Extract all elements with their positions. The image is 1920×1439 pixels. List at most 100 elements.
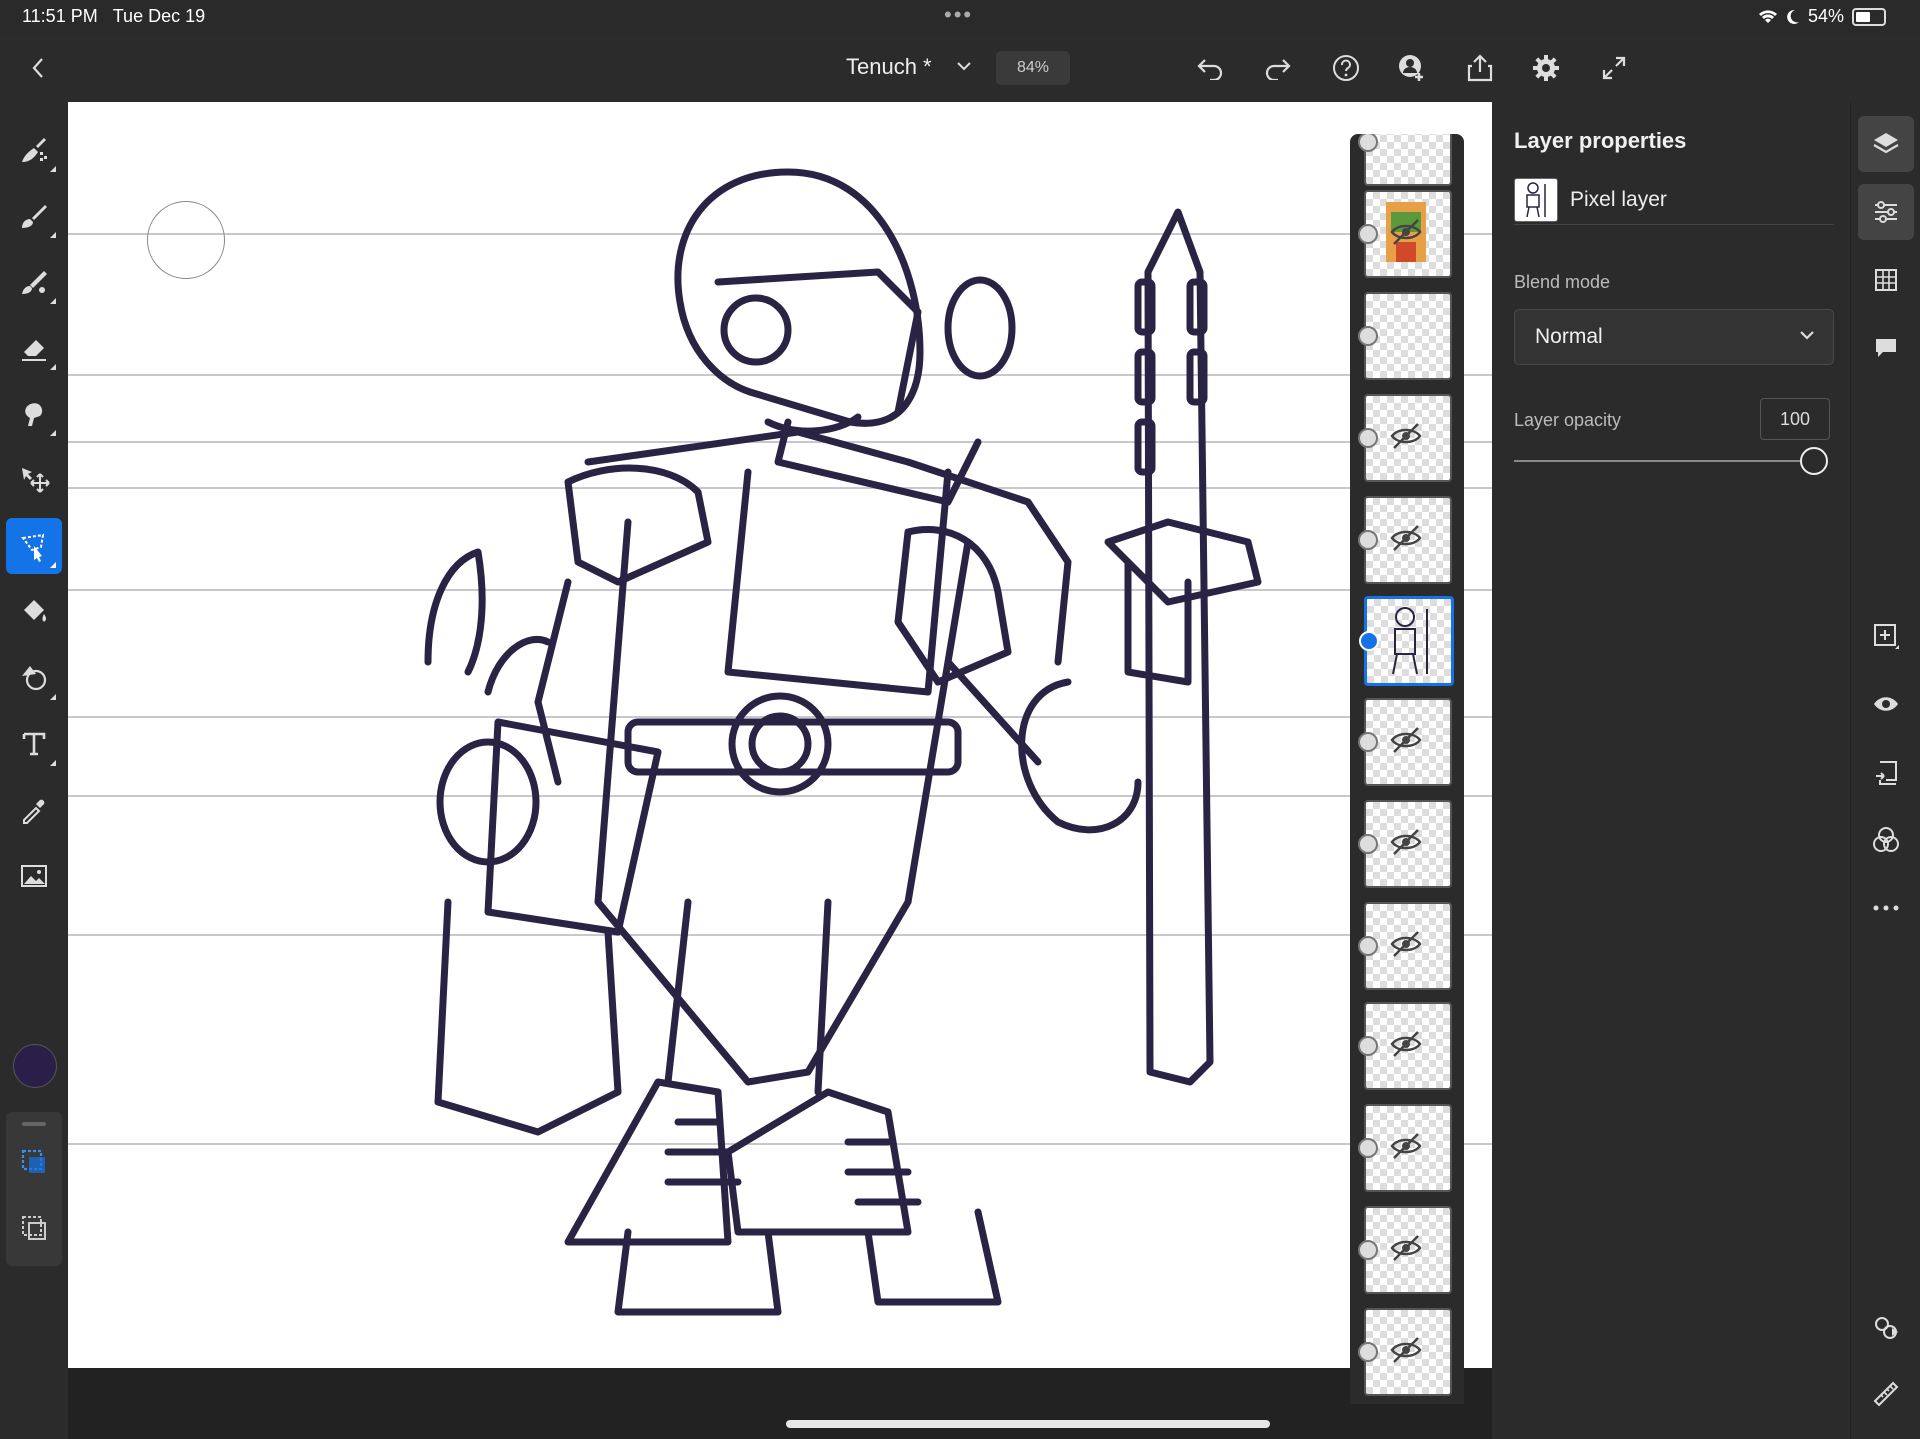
home-indicator[interactable]: [786, 1420, 1270, 1428]
layer-handle[interactable]: [1358, 1342, 1378, 1362]
tool-subtract-select[interactable]: [6, 1200, 62, 1256]
layer-handle[interactable]: [1358, 428, 1378, 448]
canvas-area[interactable]: [68, 102, 1492, 1439]
comments-button[interactable]: [1858, 320, 1914, 376]
fullscreen-button[interactable]: [1590, 44, 1638, 92]
add-layer-button[interactable]: [1858, 608, 1914, 664]
layer-handle[interactable]: [1358, 1138, 1378, 1158]
layer-handle[interactable]: [1358, 530, 1378, 550]
redo-button[interactable]: [1254, 44, 1302, 92]
document-menu-button[interactable]: [950, 52, 978, 80]
merge-down-button[interactable]: [1858, 744, 1914, 800]
tool-fill[interactable]: [6, 584, 62, 640]
invite-icon: [1399, 55, 1423, 81]
robot-drawing: [68, 168, 1492, 1316]
tool-rect-select[interactable]: [6, 1134, 62, 1190]
back-button[interactable]: [18, 48, 58, 88]
hidden-eye-icon: [1390, 1235, 1422, 1261]
document-title[interactable]: Tenuch *: [846, 54, 932, 80]
selection-tool-group: [6, 1112, 62, 1266]
layer-handle[interactable]: [1358, 224, 1378, 244]
tool-vector-brush[interactable]: [6, 254, 62, 310]
add-layer-icon: [1874, 624, 1899, 649]
share-button[interactable]: [1456, 44, 1504, 92]
more-button[interactable]: [1858, 880, 1914, 936]
layer-type-label: Pixel layer: [1570, 188, 1667, 211]
subtract-select-icon: [22, 1216, 46, 1240]
share-icon: [1467, 54, 1493, 82]
opacity-input[interactable]: 100: [1760, 398, 1830, 440]
blend-mode-select[interactable]: Normal: [1514, 309, 1834, 365]
group-handle[interactable]: [22, 1122, 46, 1126]
undo-icon: [1197, 59, 1223, 80]
settings-button[interactable]: [1522, 44, 1570, 92]
battery-icon: [1852, 7, 1886, 26]
tool-place-image[interactable]: [6, 848, 62, 904]
tool-eraser[interactable]: [6, 320, 62, 376]
eyedropper-icon: [23, 799, 45, 824]
properties-button[interactable]: [1858, 184, 1914, 240]
tool-selection[interactable]: [6, 518, 62, 574]
merge-down-icon: [1876, 761, 1897, 785]
layer-handle[interactable]: [1358, 1240, 1378, 1260]
hidden-eye-icon: [1390, 1133, 1422, 1159]
hidden-eye-icon: [1390, 1337, 1422, 1363]
drawing-canvas[interactable]: [68, 102, 1492, 1368]
layer-type-row[interactable]: Pixel layer: [1514, 178, 1834, 225]
ruler-button[interactable]: [1858, 1366, 1914, 1422]
help-button[interactable]: [1322, 44, 1370, 92]
layer-thumbnail[interactable]: [1358, 800, 1452, 888]
layer-thumbnail[interactable]: [1358, 292, 1452, 380]
hidden-eye-icon: [1390, 219, 1422, 245]
layer-thumbnail[interactable]: [1358, 698, 1452, 786]
grid-icon: [1875, 269, 1897, 291]
chevron-down-icon: [1800, 331, 1814, 340]
chevron-left-icon: [32, 58, 43, 78]
zoom-level[interactable]: 84%: [996, 51, 1070, 85]
layer-thumbnail[interactable]: [1358, 902, 1452, 990]
layer-thumbnail[interactable]: [1358, 1206, 1452, 1294]
current-color-swatch[interactable]: [13, 1044, 57, 1088]
blend-button[interactable]: [1858, 812, 1914, 868]
more-icon: [1873, 905, 1899, 911]
layers-strip: [1350, 134, 1464, 1404]
layer-thumbnail[interactable]: [1358, 1002, 1452, 1090]
chevron-down-icon: [957, 62, 971, 71]
layer-handle[interactable]: [1359, 631, 1379, 651]
layer-thumbnail-selected[interactable]: [1359, 596, 1454, 686]
grid-button[interactable]: [1858, 252, 1914, 308]
layer-handle[interactable]: [1358, 732, 1378, 752]
tool-live-brush[interactable]: [6, 188, 62, 244]
redo-icon: [1265, 59, 1291, 80]
undo-button[interactable]: [1186, 44, 1234, 92]
visibility-button[interactable]: [1858, 676, 1914, 732]
opacity-slider-track[interactable]: [1514, 460, 1814, 462]
layer-handle[interactable]: [1358, 326, 1378, 346]
tool-shape[interactable]: [6, 650, 62, 706]
invite-button[interactable]: [1388, 44, 1436, 92]
eye-icon: [1874, 697, 1898, 711]
tool-eyedropper[interactable]: [6, 782, 62, 838]
tool-pixel-brush[interactable]: [6, 122, 62, 178]
layer-thumbnail[interactable]: [1358, 190, 1452, 278]
layers-button[interactable]: [1858, 116, 1914, 172]
multitask-dots[interactable]: •••: [944, 2, 973, 28]
layer-handle[interactable]: [1358, 834, 1378, 854]
adjustments-button[interactable]: [1858, 1300, 1914, 1356]
layer-thumbnail[interactable]: [1358, 1308, 1452, 1396]
text-icon: [22, 732, 46, 756]
tool-text[interactable]: [6, 716, 62, 772]
eraser-icon: [22, 340, 46, 361]
opacity-slider-thumb[interactable]: [1800, 447, 1828, 475]
tool-transform[interactable]: [6, 452, 62, 508]
layer-handle[interactable]: [1358, 1036, 1378, 1056]
layer-thumbnail[interactable]: [1358, 394, 1452, 482]
layer-thumbnail[interactable]: [1358, 1104, 1452, 1192]
layer-handle[interactable]: [1358, 134, 1378, 152]
ruler-icon: [1873, 1381, 1899, 1407]
layer-handle[interactable]: [1358, 936, 1378, 956]
layer-thumbnail[interactable]: [1358, 496, 1452, 584]
opacity-label: Layer opacity: [1514, 410, 1622, 430]
tool-smudge[interactable]: [6, 386, 62, 442]
layer-thumbnail[interactable]: [1358, 134, 1452, 186]
